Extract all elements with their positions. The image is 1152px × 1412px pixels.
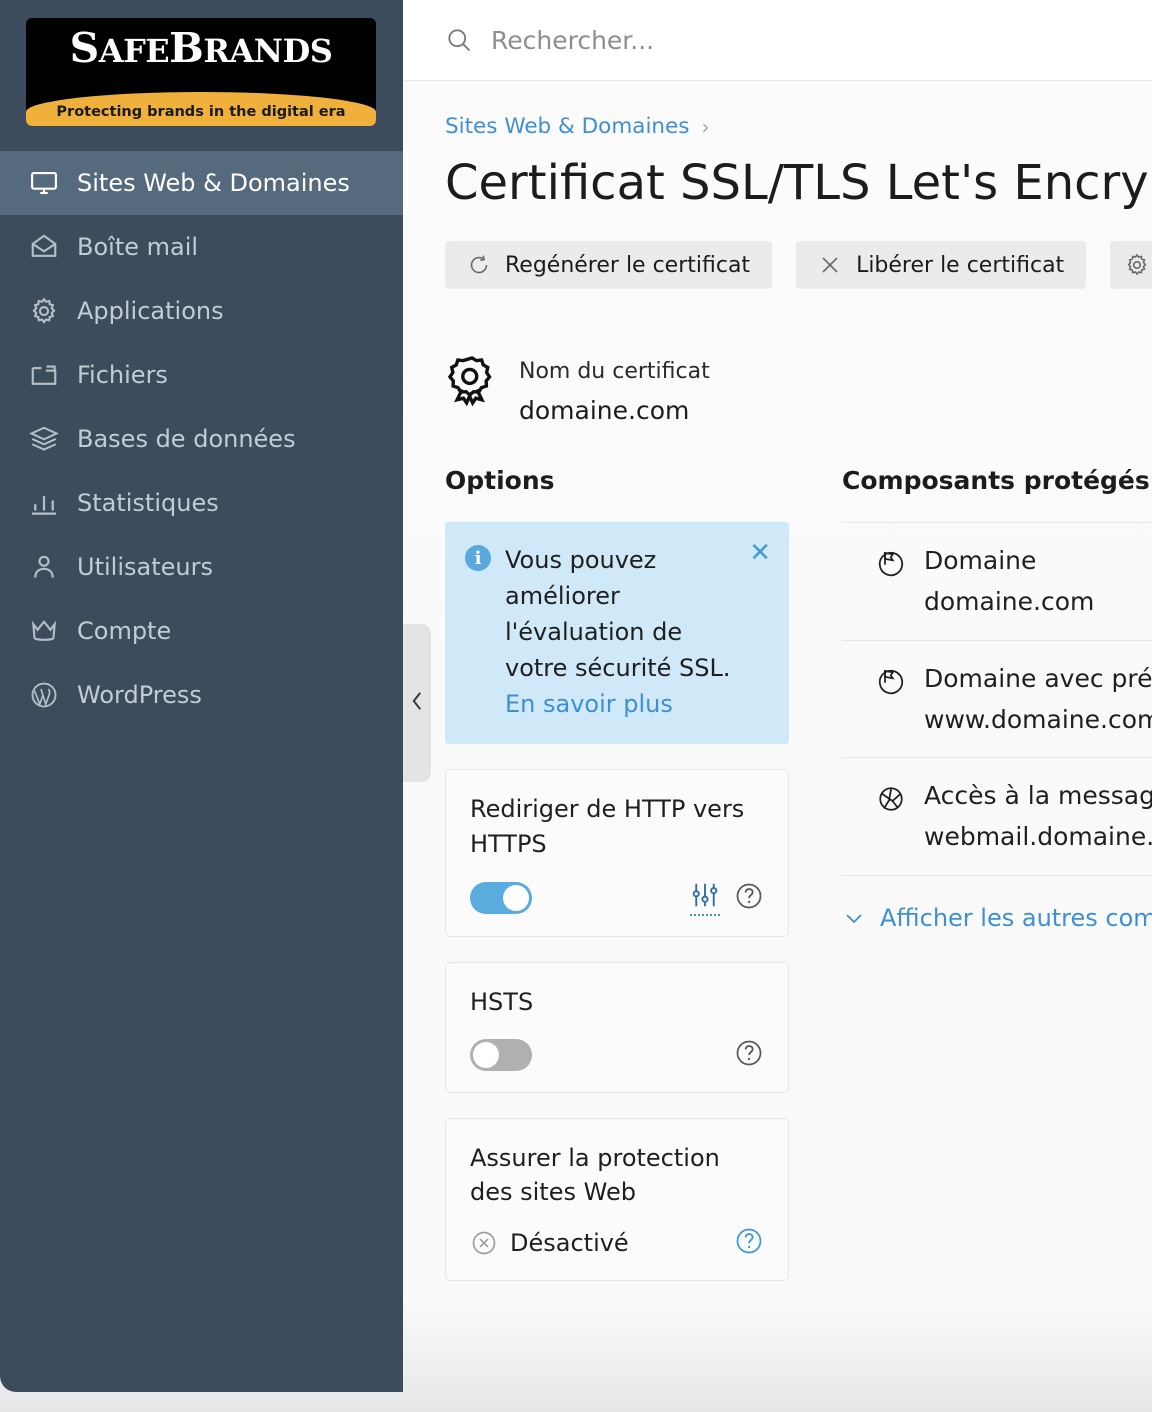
search-input[interactable] — [491, 25, 1051, 55]
component-name: Domaine — [924, 546, 1037, 576]
certificate-name-label: Nom du certificat — [519, 359, 710, 385]
sidebar: SAFEBRANDS Protecting brands in the digi… — [0, 0, 403, 1392]
close-x-icon — [818, 253, 842, 277]
list-item: Domaine domaine.com — [842, 523, 1152, 641]
globe-mail-icon — [876, 780, 906, 818]
button-label: Regénérer le certificat — [505, 252, 751, 278]
component-value: www.domaine.com — [924, 704, 1152, 734]
http-redirect-toggle[interactable] — [470, 881, 532, 914]
sidebar-nav: Sites Web & Domaines Boîte mail Applicat… — [0, 151, 403, 727]
sidebar-item-boite-mail[interactable]: Boîte mail — [0, 215, 403, 279]
sidebar-collapse-handle[interactable] — [403, 624, 431, 782]
component-value: domaine.com — [924, 587, 1095, 617]
ssl-improve-banner: ✕ i Vous pouvez améliorer l'évaluation d… — [445, 522, 789, 745]
sidebar-item-applications[interactable]: Applications — [0, 279, 403, 343]
banner-text-wrap: Vous pouvez améliorer l'évaluation de vo… — [505, 542, 743, 722]
breadcrumb-link-sites-web-domaines[interactable]: Sites Web & Domaines — [445, 114, 689, 139]
gear-icon — [27, 294, 61, 328]
regenerate-certificate-button[interactable]: Regénérer le certificat — [445, 241, 773, 290]
monitor-icon — [27, 166, 61, 200]
sidebar-item-label: Boîte mail — [77, 233, 199, 261]
sidebar-item-statistiques[interactable]: Statistiques — [0, 471, 403, 535]
page-title: Certificat SSL/TLS Let's Encrypt — [445, 155, 1152, 211]
certificate-name-value: domaine.com — [519, 395, 690, 425]
search-icon — [445, 26, 473, 54]
protected-components-heading: Composants protégés — [842, 466, 1150, 496]
crown-icon — [27, 614, 61, 648]
hsts-toggle[interactable] — [470, 1038, 532, 1071]
toolbar: Regénérer le certificat Libérer le certi… — [445, 241, 1152, 290]
list-item: Accès à la messagerie Web webmail.domain… — [842, 758, 1152, 876]
wordpress-icon — [27, 678, 61, 712]
settings-button[interactable] — [1110, 241, 1152, 290]
sidebar-item-label: Bases de données — [77, 425, 296, 453]
sidebar-item-label: Applications — [77, 297, 224, 325]
status-badge: Désactivé — [510, 1229, 629, 1258]
sidebar-item-label: Fichiers — [77, 361, 168, 389]
banner-learn-more-link[interactable]: En savoir plus — [505, 690, 673, 718]
brand-tagline: Protecting brands in the digital era — [56, 104, 346, 120]
breadcrumb: Sites Web & Domaines › — [445, 114, 1152, 139]
sidebar-item-utilisateurs[interactable]: Utilisateurs — [0, 535, 403, 599]
sliders-icon[interactable] — [690, 880, 720, 916]
sidebar-item-label: Utilisateurs — [77, 553, 213, 581]
options-heading: Options — [445, 466, 555, 496]
brand-logo[interactable]: SAFEBRANDS Protecting brands in the digi… — [26, 18, 376, 126]
flag-circle-icon — [876, 663, 906, 701]
list-item: Domaine avec préfixe www www.domaine.com — [842, 641, 1152, 759]
component-value: webmail.domaine.com — [924, 822, 1152, 852]
option-card-hsts: HSTS — [445, 961, 789, 1093]
protected-components-list: Domaine domaine.com Domaine avec pré www… — [842, 522, 1152, 876]
help-icon[interactable] — [734, 1226, 764, 1260]
option-card-website-protection: Assurer la protection des sites Web Désa… — [445, 1117, 789, 1282]
envelope-icon — [27, 230, 61, 264]
sidebar-item-label: WordPress — [77, 681, 202, 709]
database-layers-icon — [27, 422, 61, 456]
certificate-badge-icon — [445, 351, 499, 411]
toggle-knob — [473, 1041, 499, 1068]
certificate-summary: Nom du certificat domaine.com — [445, 351, 1152, 426]
help-icon[interactable] — [734, 881, 764, 915]
brand-logo-text: SAFEBRANDS — [69, 24, 333, 72]
chevron-down-icon — [842, 906, 866, 930]
circle-x-icon — [470, 1229, 498, 1257]
sidebar-item-wordpress[interactable]: WordPress — [0, 663, 403, 727]
top-search-bar — [403, 0, 1152, 81]
sidebar-item-fichiers[interactable]: Fichiers — [0, 343, 403, 407]
chevron-left-icon — [410, 689, 425, 717]
option-card-http-redirect: Rediriger de HTTP vers HTTPS — [445, 769, 789, 937]
info-icon: i — [465, 545, 491, 572]
toggle-knob — [503, 884, 529, 911]
sidebar-item-bases-de-donnees[interactable]: Bases de données — [0, 407, 403, 471]
sidebar-item-label: Sites Web & Domaines — [77, 169, 350, 197]
sidebar-item-compte[interactable]: Compte — [0, 599, 403, 663]
component-name: Domaine avec préfixe www — [924, 663, 1152, 693]
bar-chart-icon — [27, 486, 61, 520]
release-certificate-button[interactable]: Libérer le certificat — [796, 241, 1087, 290]
sidebar-item-label: Statistiques — [77, 489, 219, 517]
options-column: Options ✕ i Vous pouvez améliorer l'éval… — [445, 466, 842, 1282]
card-title: HSTS — [470, 987, 534, 1016]
show-more-label: Afficher les autres composants — [880, 903, 1152, 932]
button-label: Libérer le certificat — [856, 252, 1065, 278]
card-title: Rediriger de HTTP vers HTTPS — [470, 795, 745, 859]
card-title: Assurer la protection des sites Web — [470, 1143, 720, 1207]
folder-icon — [27, 358, 61, 392]
main-content: Sites Web & Domaines › Certificat SSL/TL… — [403, 81, 1152, 1412]
sidebar-item-label: Compte — [77, 617, 172, 645]
sidebar-item-sites-web-domaines[interactable]: Sites Web & Domaines — [0, 151, 403, 215]
component-name: Accès à la messagerie Web — [924, 781, 1152, 811]
banner-text: Vous pouvez améliorer l'évaluation de vo… — [505, 546, 731, 683]
show-other-components-link[interactable]: Afficher les autres composants — [842, 904, 1152, 932]
user-icon — [27, 550, 61, 584]
refresh-icon — [467, 253, 491, 277]
protected-components-column: Composants protégés Domaine domaine.com … — [842, 466, 1152, 1281]
close-icon[interactable]: ✕ — [749, 540, 771, 566]
breadcrumb-separator: › — [701, 114, 710, 139]
flag-circle-icon — [876, 545, 906, 583]
help-icon[interactable] — [734, 1038, 764, 1072]
gear-icon — [1124, 252, 1150, 278]
